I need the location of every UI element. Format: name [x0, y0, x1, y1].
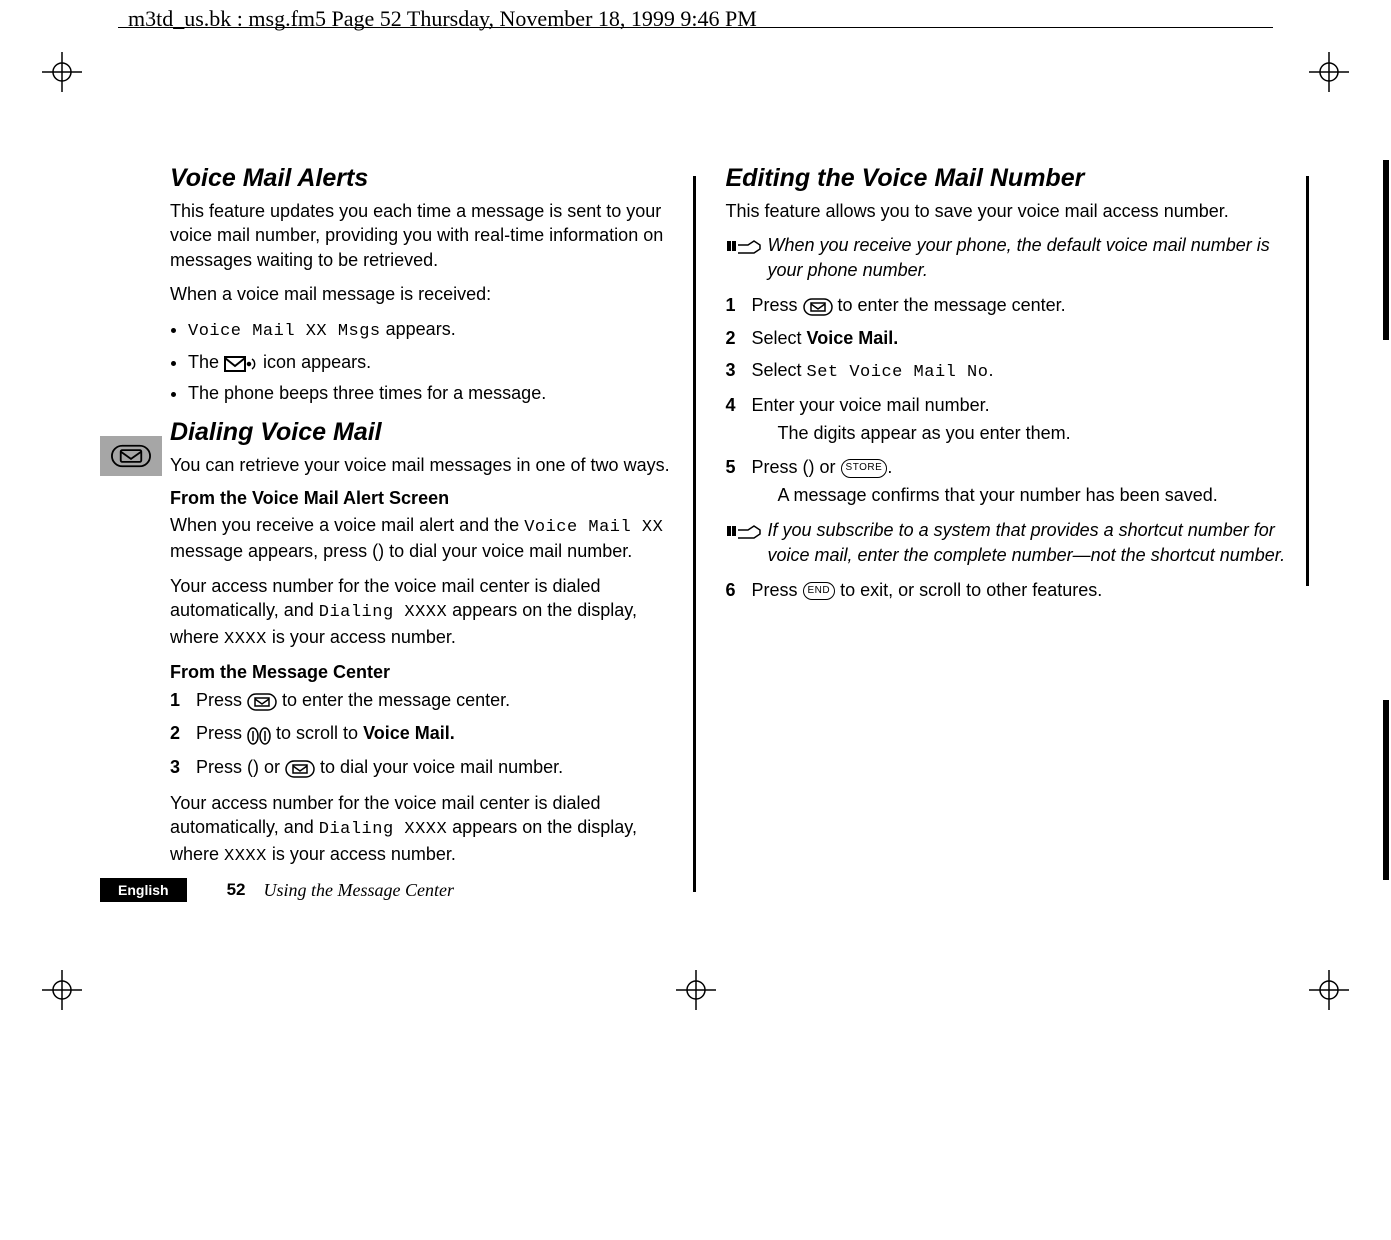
lcd-text: Dialing XXXX	[319, 820, 447, 839]
step-text: Select	[752, 328, 807, 348]
note-hand-icon	[726, 520, 762, 545]
envelope-sound-icon	[224, 350, 258, 376]
list-text: The	[188, 352, 224, 372]
send-key: ()	[247, 757, 259, 777]
body-span: is your access number.	[267, 627, 456, 647]
envelope-key-icon	[247, 688, 277, 714]
section-heading: Dialing Voice Mail	[170, 418, 678, 447]
send-key: ()	[803, 457, 815, 477]
body-text: This feature allows you to save your voi…	[726, 199, 1292, 223]
body-text: When you receive a voice mail alert and …	[170, 513, 678, 564]
step-bold: Voice Mail.	[363, 723, 455, 743]
body-text: Your access number for the voice mail ce…	[170, 574, 678, 652]
body-text: This feature updates you each time a mes…	[170, 199, 678, 272]
step-item: 4 Enter your voice mail number. The digi…	[726, 392, 1292, 446]
register-mark-icon	[1309, 970, 1349, 1010]
step-item: 1 Press to enter the message center.	[170, 687, 678, 714]
body-span: is your access number.	[267, 844, 456, 864]
lcd-text: XXXX	[224, 847, 267, 866]
step-text: Enter your voice mail number.	[752, 395, 990, 415]
body-span: message appears, press	[170, 541, 372, 561]
step-list: 1 Press to enter the message center. 2 S…	[726, 292, 1292, 508]
section-heading: Editing the Voice Mail Number	[726, 164, 1292, 193]
step-text: Press	[752, 295, 803, 315]
envelope-key-icon	[285, 755, 315, 781]
running-head: m3td_us.bk : msg.fm5 Page 52 Thursday, N…	[128, 6, 757, 32]
lcd-text: Set Voice Mail No	[807, 363, 989, 382]
step-text: to exit, or scroll to other features.	[835, 580, 1102, 600]
body-span: When you receive a voice mail alert and …	[170, 515, 524, 535]
step-text: Press	[752, 457, 803, 477]
body-text: When a voice mail message is received:	[170, 282, 678, 306]
envelope-key-icon	[803, 293, 833, 319]
send-key: ()	[372, 541, 384, 561]
chapter-title: Using the Message Center	[263, 880, 453, 901]
step-text: to dial your voice mail number.	[320, 757, 563, 777]
step-subtext: The digits appear as you enter them.	[752, 420, 1292, 446]
list-item: The icon appears.	[188, 349, 678, 376]
note-text: When you receive your phone, the default…	[768, 233, 1292, 282]
step-list: 1 Press to enter the message center. 2 P…	[170, 687, 678, 781]
body-text: You can retrieve your voice mail message…	[170, 453, 678, 477]
step-text: Press	[196, 757, 247, 777]
register-mark-icon	[676, 970, 716, 1010]
step-text: .	[887, 457, 892, 477]
step-text: or	[259, 757, 285, 777]
list-text: appears.	[381, 319, 456, 339]
lcd-text: Dialing XXXX	[319, 603, 447, 622]
register-mark-icon	[42, 970, 82, 1010]
lcd-text: Voice Mail XX Msgs	[188, 322, 381, 341]
step-item: 5 Press () or STORE. A message confirms …	[726, 454, 1292, 508]
subheading: From the Message Center	[170, 662, 678, 683]
step-text: .	[988, 360, 993, 380]
register-mark-icon	[42, 52, 82, 92]
step-list: 6 Press END to exit, or scroll to other …	[726, 577, 1292, 603]
left-column: Voice Mail Alerts This feature updates y…	[100, 164, 678, 892]
step-text: to enter the message center.	[282, 690, 510, 710]
step-item: 2 Press to scroll to Voice Mail.	[170, 720, 678, 747]
column-divider	[693, 176, 696, 892]
bullet-list: Voice Mail XX Msgs appears. The icon app…	[170, 316, 678, 406]
step-subtext: A message confirms that your number has …	[752, 482, 1292, 508]
step-item: 3 Press () or to dial your voice mail nu…	[170, 754, 678, 781]
step-bold: Voice Mail.	[807, 328, 899, 348]
crop-bar	[1383, 160, 1389, 1240]
store-key-icon: STORE	[841, 459, 888, 478]
list-item: The phone beeps three times for a messag…	[188, 380, 678, 406]
envelope-key-icon	[100, 436, 162, 476]
subheading: From the Voice Mail Alert Screen	[170, 488, 678, 509]
step-text: Press	[196, 723, 247, 743]
language-badge: English	[100, 878, 187, 902]
note: If you subscribe to a system that provid…	[726, 518, 1292, 567]
lcd-text: XXXX	[224, 630, 267, 649]
note: When you receive your phone, the default…	[726, 233, 1292, 282]
list-item: Voice Mail XX Msgs appears.	[188, 316, 678, 345]
right-column: Editing the Voice Mail Number This featu…	[714, 164, 1292, 892]
page-footer: English 52 Using the Message Center	[100, 873, 1291, 907]
lcd-text: Voice Mail XX	[524, 518, 663, 537]
column-divider	[1306, 176, 1309, 586]
page-number: 52	[227, 880, 246, 900]
step-item: 6 Press END to exit, or scroll to other …	[726, 577, 1292, 603]
step-text: or	[815, 457, 841, 477]
scroll-keys-icon	[247, 721, 271, 747]
section-heading: Voice Mail Alerts	[170, 164, 678, 193]
note-text: If you subscribe to a system that provid…	[768, 518, 1292, 567]
step-text: to scroll to	[276, 723, 363, 743]
body-span: to dial your voice mail number.	[384, 541, 632, 561]
step-item: 3 Select Set Voice Mail No.	[726, 357, 1292, 386]
list-text: icon appears.	[263, 352, 371, 372]
step-text: to enter the message center.	[838, 295, 1066, 315]
step-text: Press	[196, 690, 247, 710]
step-text: Select	[752, 360, 807, 380]
register-mark-icon	[1309, 52, 1349, 92]
page: m3td_us.bk : msg.fm5 Page 52 Thursday, N…	[0, 0, 1391, 1062]
step-item: 2 Select Voice Mail.	[726, 325, 1292, 351]
body-text: Your access number for the voice mail ce…	[170, 791, 678, 869]
content-frame: Voice Mail Alerts This feature updates y…	[100, 164, 1291, 892]
end-key-icon: END	[803, 582, 836, 601]
note-hand-icon	[726, 235, 762, 260]
step-item: 1 Press to enter the message center.	[726, 292, 1292, 319]
step-text: Press	[752, 580, 803, 600]
